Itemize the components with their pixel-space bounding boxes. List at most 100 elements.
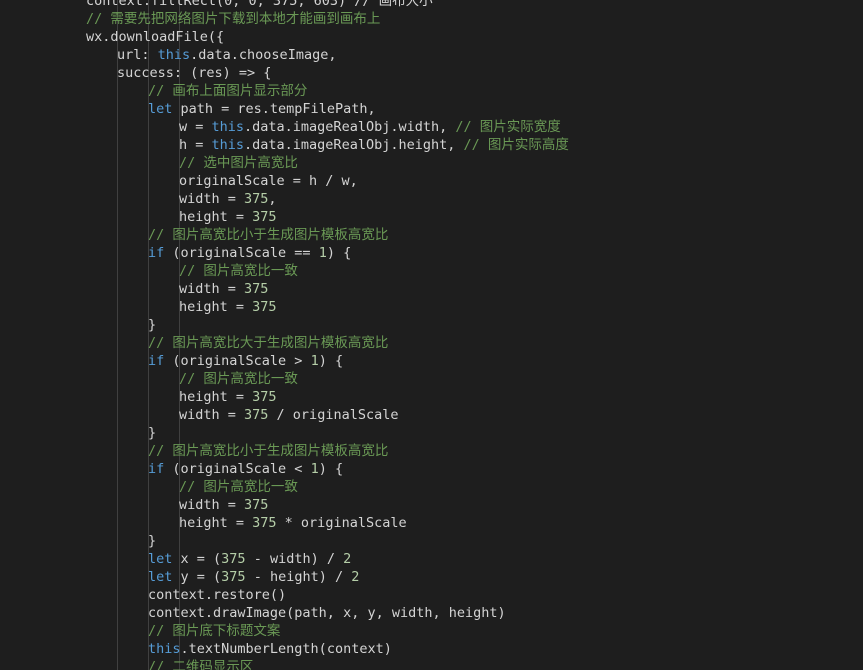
code-token: 1 [310,353,319,369]
code-token: 375 [244,407,269,423]
code-line[interactable]: // 需要先把网络图片下载到本地才能画到画布上 [86,10,380,28]
code-line[interactable]: height = 375 [179,298,277,316]
code-token: width = [179,281,245,297]
code-line[interactable]: context.drawImage(path, x, y, width, hei… [148,604,506,622]
code-line[interactable]: wx.downloadFile({ [86,28,224,46]
code-token: if [148,353,165,369]
code-comment: // 图片高宽比一致 [179,263,298,279]
code-line[interactable]: // 图片高宽比一致 [179,262,298,280]
code-token: wx.downloadFile({ [86,29,225,45]
code-token: 2 [343,551,352,567]
code-comment: // 图片高宽比一致 [179,479,298,495]
code-token: 375 [221,551,246,567]
code-token: 1 [318,245,327,261]
code-line[interactable]: // 图片高宽比大于生成图片模板高宽比 [148,334,388,352]
code-token: x = ( [172,551,222,567]
code-token: 375 [244,497,269,513]
code-line[interactable]: width = 375 [179,280,268,298]
code-line[interactable]: this.textNumberLength(context) [148,640,392,658]
indent-guide [117,0,118,670]
code-line[interactable]: h = this.data.imageRealObj.height, // 图片… [179,136,569,154]
code-editor[interactable]: context.fillRect(0, 0, 375, 603) // 画布大小… [0,0,863,670]
code-token: w = [179,119,212,135]
code-token: this [211,119,245,135]
code-token: this [157,47,191,63]
code-token: let [148,551,173,567]
code-token: context.drawImage(path, x, y, width, hei… [148,605,506,621]
code-token: } [148,317,157,333]
code-token: url: [117,47,158,63]
code-token: y = ( [172,569,222,585]
code-line[interactable]: let x = (375 - width) / 2 [148,550,351,568]
code-comment: // 图片高宽比小于生成图片模板高宽比 [148,227,389,243]
code-line[interactable]: if (originalScale > 1) { [148,352,343,370]
code-line[interactable]: height = 375 [179,208,277,226]
code-line[interactable]: w = this.data.imageRealObj.width, // 图片实… [179,118,561,136]
code-token: .data.chooseImage, [190,47,337,63]
code-line[interactable]: context.fillRect(0, 0, 375, 603) // 画布大小 [86,0,433,10]
code-token: , [268,191,277,207]
code-token: path = res.tempFilePath, [172,101,376,117]
code-token: ) { [318,353,344,369]
code-token: let [148,569,173,585]
code-line[interactable]: } [148,316,156,334]
code-token: let [148,101,173,117]
code-line[interactable]: width = 375 [179,496,268,514]
code-token: h = [179,137,212,153]
code-token: } [148,533,157,549]
code-comment: // 二维码显示区 [148,659,254,670]
code-line[interactable]: // 图片高宽比小于生成图片模板高宽比 [148,442,388,460]
code-token: originalScale = h / w, [179,173,358,189]
code-token: 375 [221,569,246,585]
code-comment: // 选中图片高宽比 [179,155,298,171]
code-token: .data.imageRealObj.height, [244,137,464,153]
code-token: this [148,641,181,657]
code-token: 375 [252,209,277,225]
code-token: (originalScale < [164,461,311,477]
code-line[interactable]: // 图片底下标题文案 [148,622,280,640]
code-token: (originalScale == [164,245,319,261]
code-line[interactable]: width = 375, [179,190,277,208]
code-token: success: (res) => { [117,65,272,81]
code-line[interactable]: originalScale = h / w, [179,172,358,190]
code-token: 375 [252,389,277,405]
code-line[interactable]: // 图片高宽比一致 [179,370,298,388]
code-line[interactable]: // 图片高宽比一致 [179,478,298,496]
code-token: height = [179,515,253,531]
code-line[interactable]: // 选中图片高宽比 [179,154,298,172]
code-line[interactable]: } [148,532,156,550]
code-comment: // 图片高宽比一致 [179,371,298,387]
code-token: 375 [244,281,269,297]
code-line[interactable]: } [148,424,156,442]
code-comment: // 图片高宽比大于生成图片模板高宽比 [148,335,389,351]
code-token: context.restore() [148,587,287,603]
code-line[interactable]: if (originalScale == 1) { [148,244,351,262]
code-token: 375 [244,191,269,207]
code-line[interactable]: let path = res.tempFilePath, [148,100,376,118]
code-token: ) { [318,461,344,477]
code-token: - width) / [245,551,344,567]
code-line[interactable]: height = 375 * originalScale [179,514,407,532]
code-token: / originalScale [268,407,399,423]
code-token: ) { [326,245,352,261]
code-token: .textNumberLength(context) [180,641,392,657]
code-line[interactable]: context.restore() [148,586,286,604]
code-token: * originalScale [276,515,407,531]
code-line[interactable]: url: this.data.chooseImage, [117,46,336,64]
code-token: this [211,137,245,153]
code-line[interactable]: height = 375 [179,388,277,406]
code-line[interactable]: let y = (375 - height) / 2 [148,568,359,586]
code-token: - height) / [245,569,352,585]
code-comment: // 画布上面图片显示部分 [148,83,308,99]
code-token: 375 [252,515,277,531]
code-line[interactable]: success: (res) => { [117,64,271,82]
code-line[interactable]: // 二维码显示区 [148,658,253,670]
code-token: context.fillRect(0, 0, 375, 603) // 画布大小 [86,0,433,9]
code-line[interactable]: if (originalScale < 1) { [148,460,343,478]
code-line[interactable]: // 画布上面图片显示部分 [148,82,307,100]
code-comment: // 图片实际宽度 [455,119,561,135]
code-line[interactable]: // 图片高宽比小于生成图片模板高宽比 [148,226,388,244]
code-line[interactable]: width = 375 / originalScale [179,406,398,424]
code-token: 1 [310,461,319,477]
code-token: height = [179,389,253,405]
